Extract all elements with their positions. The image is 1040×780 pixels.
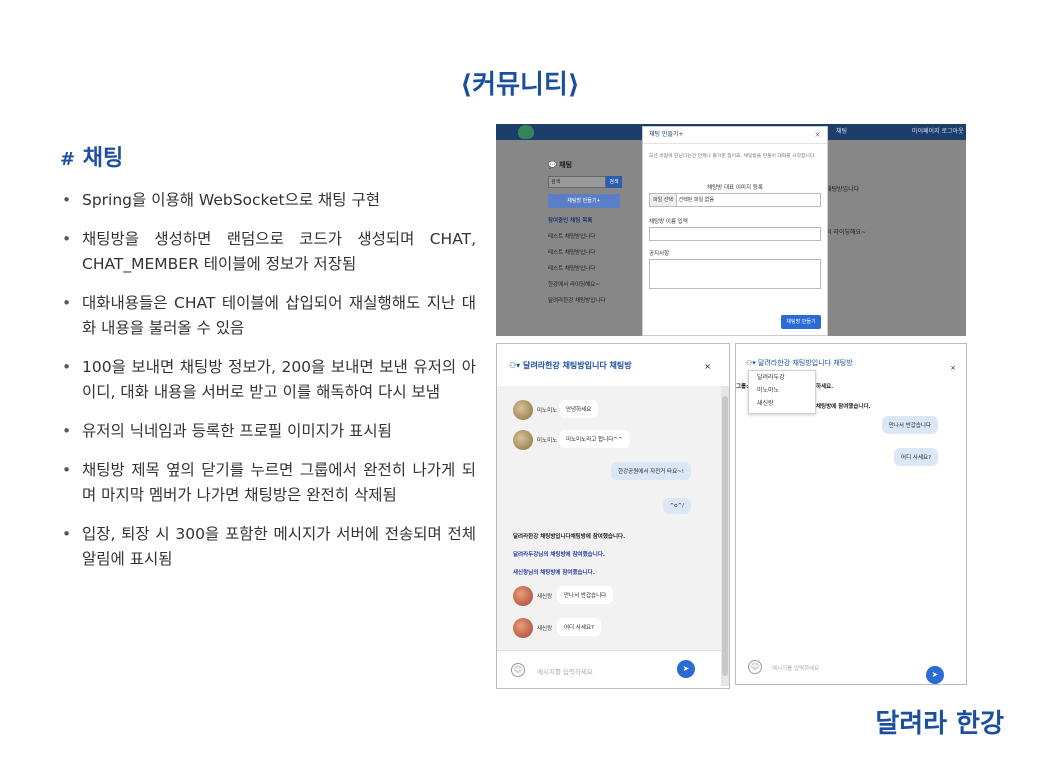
right-room-item[interactable]: 채팅방입니다 <box>826 184 866 193</box>
nickname: 미노미노 <box>537 438 558 444</box>
bullet-item: Spring을 이용해 WebSocket으로 채팅 구현 <box>60 188 476 213</box>
avatar <box>513 618 533 638</box>
message-input[interactable]: 메시지를 입력하세요 <box>772 664 819 672</box>
screenshot-member-dropdown: ⚇▾ 달려라한강 채팅방입니다 채팅방 × 그룹: 하세요. 채팅방에 참여했습… <box>735 343 967 685</box>
right-room-item[interactable]: 서 라이딩해요~ <box>826 227 866 236</box>
message-bubble: 미노미노라고 합니다^^ <box>559 430 630 448</box>
scrollbar[interactable] <box>721 386 729 686</box>
file-input[interactable]: 파일 선택 선택된 파일 없음 <box>649 193 821 207</box>
search-button[interactable]: 검색 <box>606 176 622 188</box>
my-message-bubble: ^o^/ <box>662 498 691 514</box>
members-dropdown-icon[interactable]: ⚇▾ <box>509 361 520 370</box>
name-label: 채팅방 이름 입력 <box>649 219 688 225</box>
bullet-item: 100을 보내면 채팅방 정보가, 200을 보내면 보낸 유저의 아이디, 대… <box>60 355 476 405</box>
nickname: 미노미노 <box>537 408 558 414</box>
members-dropdown-icon[interactable]: ⚇▾ <box>746 359 756 367</box>
member-item[interactable]: 새신랑 <box>749 397 815 410</box>
room-list-item[interactable]: 달려라한강 채팅방입니다 <box>548 296 626 304</box>
room-list-header: 참여중인 채팅 목록 <box>548 218 593 224</box>
message-bubble: 안녕하세요 <box>559 400 599 418</box>
room-list: 참여중인 채팅 목록 테스트 채팅방입니다 테스트 채팅방입니다 테스트 채팅방… <box>548 216 626 304</box>
right-room-list: 채팅방입니다 서 라이딩해요~ <box>826 184 866 236</box>
message-bubble: 만나서 반갑습니다 <box>557 586 614 604</box>
section-title: # 채팅 <box>60 140 123 172</box>
make-chat-button[interactable]: 채팅방 만들기+ <box>548 194 620 208</box>
message-area: 미노미노 안녕하세요 미노미노 미노미노라고 합니다^^ 한강공원에서 자전거 … <box>497 386 721 686</box>
partial-text: 채팅방에 참여했습니다. <box>816 404 871 410</box>
avatar <box>513 586 533 606</box>
screenshot-chat-room: ⚇▾ 달려라한강 채팅방입니다 채팅방 × 미노미노 안녕하세요 미노미노 미노… <box>496 343 730 689</box>
notice-label: 공지사항 <box>649 251 670 257</box>
room-list-item[interactable]: 테스트 채팅방입니다 <box>548 248 626 256</box>
chat-room-title: ⚇▾ 달려라한강 채팅방입니다 채팅방 <box>509 361 632 370</box>
bullet-item: 채팅방 제목 옆의 닫기를 누르면 그룹에서 완전히 나가게 되며 마지막 멤버… <box>60 458 476 508</box>
nav-item-chat[interactable]: 채팅 <box>836 126 847 135</box>
chat-sidebar: 💬 채팅 검색 검색 채팅방 만들기+ 참여중인 채팅 목록 테스트 채팅방입니… <box>548 160 626 304</box>
close-icon[interactable]: × <box>704 362 711 371</box>
create-room-button[interactable]: 채팅방 만들기 <box>781 315 821 329</box>
room-name-input[interactable] <box>649 227 821 241</box>
page-title: ⟨커뮤니티⟩ <box>460 70 580 100</box>
room-list-item[interactable]: 한강에서 라이딩해요~ <box>548 280 626 288</box>
system-message: 달려라한강 채팅방입니다채팅방에 참여했습니다. <box>513 534 626 540</box>
sidebar-search: 검색 검색 <box>548 176 626 188</box>
avatar <box>513 400 533 420</box>
emoji-icon[interactable]: ☺ <box>511 663 525 677</box>
bullet-item: 입장, 퇴장 시 300을 포함한 메시지가 서버에 전송되며 전체 알림에 표… <box>60 522 476 572</box>
close-icon[interactable]: × <box>950 364 956 372</box>
nickname: 새신랑 <box>537 626 553 632</box>
message-bubble: 어디 사세요? <box>557 618 601 636</box>
emoji-icon[interactable]: ☺ <box>748 660 762 674</box>
notice-textarea[interactable] <box>649 259 821 289</box>
search-input[interactable]: 검색 <box>548 176 606 188</box>
section-hash: # <box>60 149 76 170</box>
avatar <box>513 430 533 450</box>
message-input-bar: ☺ 메시지를 입력하세요 ➤ <box>497 650 721 688</box>
my-message-bubble: 한강공원에서 자전거 타요~! <box>611 462 691 480</box>
bullet-item: 채팅방을 생성하면 랜덤으로 코드가 생성되며 CHAT, CHAT_MEMBE… <box>60 227 476 277</box>
image-label: 채팅방 대표 이미지 등록 <box>707 185 763 191</box>
bullet-list: Spring을 이용해 WebSocket으로 채팅 구현 채팅방을 생성하면 … <box>60 188 476 586</box>
member-item[interactable]: 달려라두강 <box>749 371 815 384</box>
file-select-button[interactable]: 파일 선택 <box>650 194 677 206</box>
scrollbar-thumb[interactable] <box>722 396 728 676</box>
my-message-bubble: 만나서 반갑습니다 <box>881 416 938 434</box>
brand-logo: 달려라 한강 <box>875 709 1004 739</box>
partial-text: 그룹: <box>736 384 749 390</box>
file-value: 선택된 파일 없음 <box>678 197 714 203</box>
message-input[interactable]: 메시지를 입력하세요 <box>537 666 593 676</box>
send-icon[interactable]: ➤ <box>677 660 695 678</box>
my-message-bubble: 어디 사세요? <box>894 448 938 466</box>
create-chat-modal: 채팅 만들기+ × 모션 바람에 만난다는건 언제나 즐거운 일이죠. 채팅방을… <box>642 126 828 336</box>
sidebar-chat-title: 💬 채팅 <box>548 161 573 169</box>
chat-room-title: ⚇▾ 달려라한강 채팅방입니다 채팅방 <box>746 359 853 367</box>
partial-text: 하세요. <box>816 384 834 390</box>
member-dropdown: 달려라두강 미노미노 새신랑 <box>748 370 816 414</box>
nickname: 새신랑 <box>537 594 553 600</box>
room-list-item[interactable]: 테스트 채팅방입니다 <box>548 264 626 272</box>
close-icon[interactable]: × <box>814 130 821 139</box>
send-icon[interactable]: ➤ <box>926 666 944 684</box>
member-item[interactable]: 미노미노 <box>749 384 815 397</box>
system-message: 새신랑님의 채팅방에 참여했습니다. <box>513 570 595 576</box>
logo-icon <box>518 125 534 139</box>
bullet-item: 대화내용들은 CHAT 테이블에 삽입되어 재실행해도 지난 대화 내용을 불러… <box>60 291 476 341</box>
screenshot-create-chat: 채팅 마이페이지 로그아웃 💬 채팅 검색 검색 채팅방 만들기+ 참여중인 채… <box>496 124 966 336</box>
nav-user-links[interactable]: 마이페이지 로그아웃 <box>912 126 964 135</box>
bullet-item: 유저의 닉네임과 등록한 프로필 이미지가 표시됨 <box>60 419 476 444</box>
system-message: 달려라두강님의 채팅방에 참여했습니다. <box>513 552 605 558</box>
room-list-item[interactable]: 테스트 채팅방입니다 <box>548 232 626 240</box>
section-title-text: 채팅 <box>82 146 124 171</box>
modal-description: 모션 바람에 만난다는건 언제나 즐거운 일이죠. 채팅방을 만들어 대화를 시… <box>649 154 816 159</box>
modal-title: 채팅 만들기+ <box>643 127 827 144</box>
